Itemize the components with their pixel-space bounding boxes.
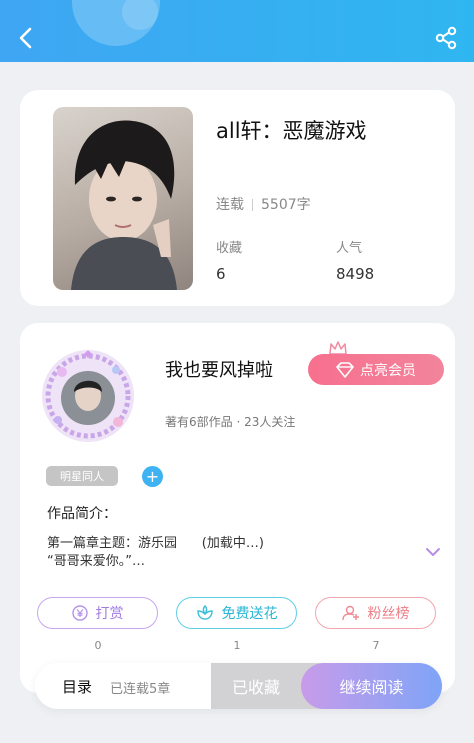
popularity-label: 人气	[336, 241, 363, 256]
intro-text: 第一篇章主题：游乐园 (加载中…) “哥哥来爱你。”…	[47, 536, 264, 569]
back-icon[interactable]	[12, 24, 40, 52]
flower-count: 1	[233, 639, 241, 652]
fans-label: 粉丝榜	[367, 606, 410, 622]
bottom-action-bar: 目录 已连载5章 已收藏 继续阅读	[35, 663, 442, 709]
user-icon	[341, 605, 359, 621]
author-meta: 著有6部作品 · 23人关注	[165, 415, 296, 429]
vip-button[interactable]: 点亮会员	[308, 354, 444, 385]
flower-icon	[196, 605, 213, 620]
book-info-card: all轩：恶魔游戏 连载 5507字 收藏 6 人气 8498	[20, 90, 455, 306]
book-cover-image	[53, 107, 193, 290]
add-tag-button[interactable]: +	[142, 466, 163, 487]
chapter-count: 已连载5章	[110, 682, 171, 697]
collect-value: 6	[216, 265, 226, 283]
chevron-down-icon[interactable]	[424, 545, 442, 559]
collected-label: 已收藏	[231, 678, 280, 697]
tip-label: 打赏	[95, 606, 124, 622]
vip-button-label: 点亮会员	[360, 362, 416, 379]
book-status: 连载 5507字	[216, 194, 311, 214]
fans-rank-button[interactable]: 粉丝榜	[315, 597, 436, 629]
genre-tag[interactable]: 明星同人	[46, 466, 118, 486]
collect-label: 收藏	[216, 241, 243, 256]
intro-title: 作品简介：	[47, 506, 117, 522]
word-count: 5507字	[261, 197, 311, 213]
popularity-value: 8498	[336, 265, 375, 283]
catalog-button[interactable]: 目录	[62, 676, 92, 697]
crown-icon	[329, 341, 347, 355]
diamond-icon	[336, 361, 354, 378]
author-name[interactable]: 我也要风掉啦	[165, 356, 273, 382]
plus-icon: +	[145, 467, 160, 486]
free-flower-button[interactable]: 免费送花	[176, 597, 297, 629]
top-header	[0, 0, 474, 62]
tip-button[interactable]: 打赏	[37, 597, 158, 629]
author-avatar[interactable]	[40, 348, 136, 444]
tip-count: 0	[94, 639, 102, 652]
flower-label: 免费送花	[221, 606, 278, 622]
yen-icon	[71, 605, 88, 621]
continue-reading-button[interactable]: 继续阅读	[301, 663, 442, 709]
status-label: 连载	[216, 197, 244, 213]
fans-count: 7	[372, 639, 380, 652]
share-icon[interactable]	[432, 24, 460, 52]
book-title: all轩：恶魔游戏	[216, 119, 367, 143]
author-card: 我也要风掉啦 著有6部作品 · 23人关注 点亮会员 明星同人 + 作品简介： …	[20, 323, 455, 693]
divider	[252, 199, 253, 211]
